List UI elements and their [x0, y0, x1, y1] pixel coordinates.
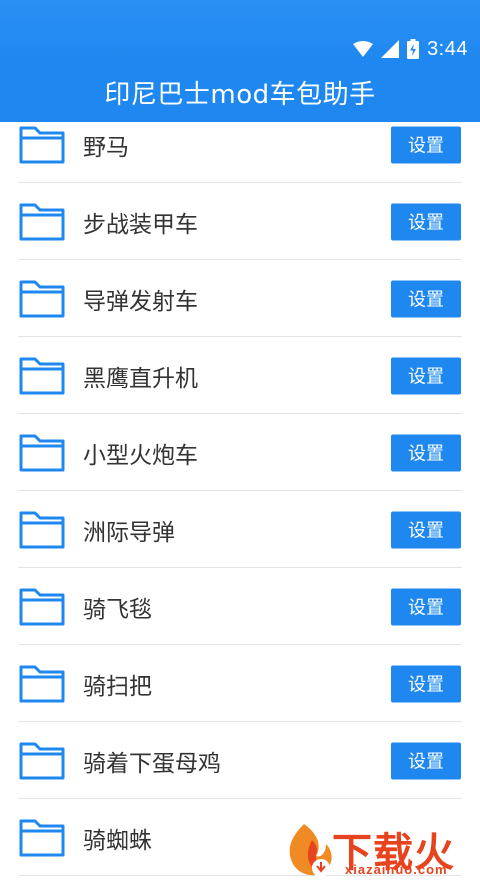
app-title: 印尼巴士mod车包助手: [104, 79, 376, 110]
battery-charging-icon: [407, 39, 420, 59]
list-item[interactable]: 步战装甲车 设置: [0, 183, 480, 260]
list-item-label: 小型火炮车: [83, 442, 198, 469]
folder-icon: [19, 588, 65, 625]
folder-icon: [19, 511, 65, 548]
settings-button[interactable]: 设置: [391, 280, 461, 317]
status-time: 3:44: [427, 37, 468, 60]
status-icons: 3:44: [353, 38, 468, 60]
list-item[interactable]: 野马 设置: [0, 122, 480, 183]
folder-icon: [19, 203, 65, 240]
signal-icon: [381, 40, 400, 58]
app-bar: 印尼巴士mod车包助手: [0, 62, 480, 122]
list-item[interactable]: 骑扫把 设置: [0, 645, 480, 722]
list-item-label: 洲际导弹: [83, 519, 175, 546]
list-item-label: 步战装甲车: [83, 211, 198, 238]
list-item-label: 骑飞毯: [83, 596, 152, 623]
list-item[interactable]: 导弹发射车 设置: [0, 260, 480, 337]
watermark-url: xiazaihuo.com: [345, 862, 448, 877]
settings-button[interactable]: 设置: [391, 357, 461, 394]
folder-icon: [19, 357, 65, 394]
settings-button[interactable]: 设置: [391, 203, 461, 240]
folder-icon: [19, 665, 65, 702]
settings-button[interactable]: 设置: [391, 126, 461, 163]
settings-button[interactable]: 设置: [391, 434, 461, 471]
list-item-label: 骑着下蛋母鸡: [83, 750, 221, 777]
list-item-label: 黑鹰直升机: [83, 365, 198, 392]
list-item[interactable]: 黑鹰直升机 设置: [0, 337, 480, 414]
list-item[interactable]: 骑飞毯 设置: [0, 568, 480, 645]
list-item-label: 导弹发射车: [83, 288, 198, 315]
mod-list[interactable]: 野马 设置 步战装甲车 设置 导弹发射车 设置 黑鹰直升机 设置 小型火炮车 设置 洲际导弹 设置 骑飞…: [0, 122, 480, 883]
settings-button[interactable]: 设置: [391, 511, 461, 548]
list-item-label: 骑扫把: [83, 673, 152, 700]
list-item-label: 骑蜘蛛: [83, 827, 152, 854]
status-bar: 3:44: [0, 0, 480, 62]
folder-icon: [19, 126, 65, 163]
folder-icon: [19, 819, 65, 856]
wifi-icon: [353, 40, 374, 57]
settings-button[interactable]: 设置: [391, 742, 461, 779]
settings-button[interactable]: 设置: [391, 588, 461, 625]
folder-icon: [19, 742, 65, 779]
folder-icon: [19, 280, 65, 317]
settings-button[interactable]: 设置: [391, 665, 461, 702]
list-item[interactable]: 小型火炮车 设置: [0, 414, 480, 491]
list-item-label: 野马: [83, 134, 129, 161]
list-item[interactable]: 洲际导弹 设置: [0, 491, 480, 568]
folder-icon: [19, 434, 65, 471]
list-item[interactable]: 骑着下蛋母鸡 设置: [0, 722, 480, 799]
